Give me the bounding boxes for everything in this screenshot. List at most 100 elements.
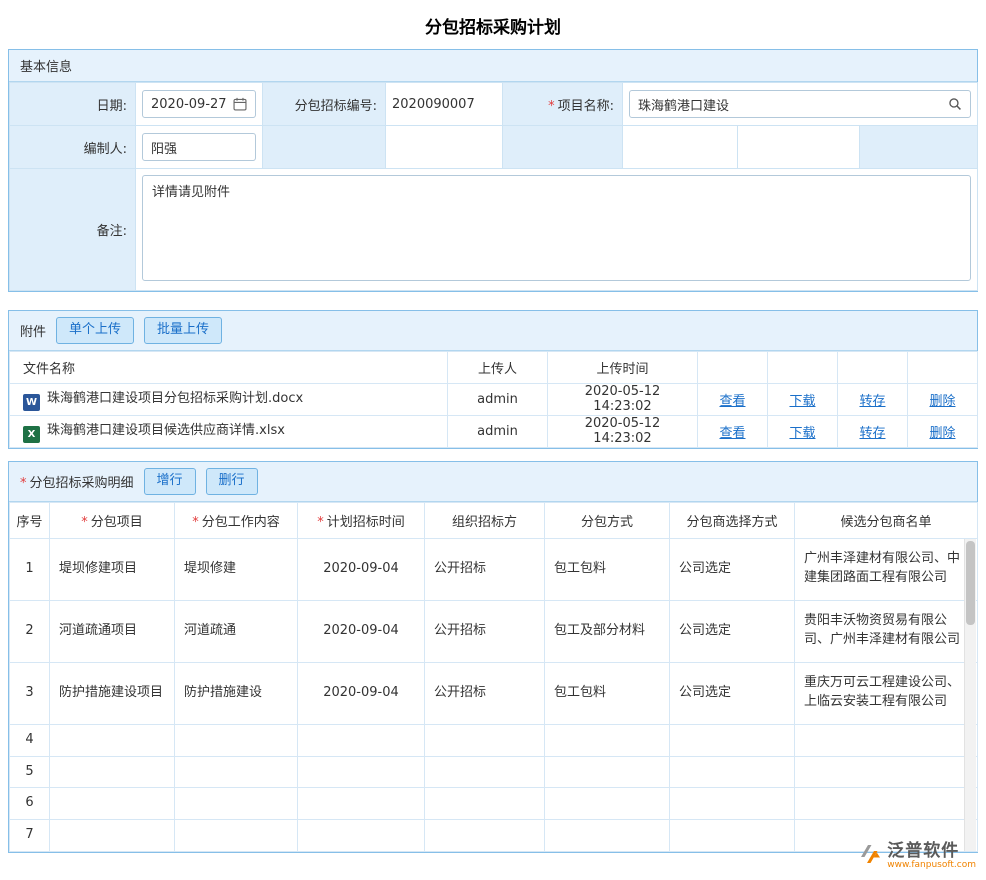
- grid-cell[interactable]: [545, 756, 670, 788]
- grid-cell[interactable]: 公开招标: [425, 600, 545, 662]
- required-asterisk: *: [20, 476, 27, 491]
- delete-link[interactable]: 删除: [929, 394, 955, 409]
- grid-cell[interactable]: [795, 756, 978, 788]
- view-link[interactable]: 查看: [719, 394, 745, 409]
- detail-panel: *分包招标采购明细 增行 删行 序号 *分包项目 *分包工作内容 *计划招标时间…: [8, 461, 978, 853]
- grid-cell[interactable]: [298, 788, 425, 820]
- project-name-label: *项目名称:: [503, 83, 623, 126]
- single-upload-button[interactable]: 单个上传: [56, 317, 134, 344]
- grid-cell[interactable]: 河道疏通: [175, 600, 298, 662]
- grid-cell[interactable]: [298, 820, 425, 852]
- grid-cell[interactable]: [670, 820, 795, 852]
- grid-cell[interactable]: 公司选定: [670, 600, 795, 662]
- grid-cell[interactable]: [175, 724, 298, 756]
- grid-cell[interactable]: [545, 820, 670, 852]
- grid-cell[interactable]: [795, 788, 978, 820]
- bid-time-column-header: *计划招标时间: [298, 502, 425, 538]
- grid-cell[interactable]: [670, 788, 795, 820]
- table-row: 4: [10, 724, 978, 756]
- grid-cell[interactable]: 包工及部分材料: [545, 600, 670, 662]
- date-label: 日期:: [10, 83, 136, 126]
- empty-cell: [386, 126, 503, 169]
- grid-cell[interactable]: 堤坝修建: [175, 538, 298, 600]
- grid-cell[interactable]: 2020-09-04: [298, 538, 425, 600]
- table-row: 3 防护措施建设项目 防护措施建设 2020-09-04 公开招标 包工包料 公…: [10, 662, 978, 724]
- basic-info-panel: 基本信息 日期: 2020-09-27 分包招标编号: 2020090007 *…: [8, 49, 978, 292]
- grid-cell[interactable]: [425, 820, 545, 852]
- transfer-link[interactable]: 转存: [859, 426, 885, 441]
- grid-cell-seq: 2: [10, 600, 50, 662]
- calendar-icon[interactable]: [233, 97, 247, 111]
- grid-cell[interactable]: [670, 724, 795, 756]
- grid-cell[interactable]: [425, 756, 545, 788]
- action-column-header: [768, 351, 838, 383]
- grid-cell-seq: 3: [10, 662, 50, 724]
- grid-cell[interactable]: 包工包料: [545, 538, 670, 600]
- grid-cell-seq: 6: [10, 788, 50, 820]
- grid-cell-seq: 1: [10, 538, 50, 600]
- download-link[interactable]: 下载: [789, 426, 815, 441]
- project-name-input[interactable]: 珠海鹤港口建设: [629, 90, 971, 118]
- attachment-row: X珠海鹤港口建设项目候选供应商详情.xlsx admin 2020-05-12 …: [10, 415, 978, 447]
- grid-cell-seq: 7: [10, 820, 50, 852]
- grid-cell[interactable]: 贵阳丰沃物资贸易有限公司、广州丰泽建材有限公司: [795, 600, 978, 662]
- search-icon[interactable]: [948, 97, 962, 111]
- grid-cell[interactable]: 2020-09-04: [298, 662, 425, 724]
- grid-cell[interactable]: [425, 788, 545, 820]
- grid-cell[interactable]: 2020-09-04: [298, 600, 425, 662]
- delete-row-button[interactable]: 删行: [206, 468, 258, 495]
- grid-cell[interactable]: 公司选定: [670, 662, 795, 724]
- basic-info-grid: 日期: 2020-09-27 分包招标编号: 2020090007 *项目名称:…: [9, 82, 978, 291]
- grid-cell[interactable]: 包工包料: [545, 662, 670, 724]
- grid-cell[interactable]: [50, 820, 175, 852]
- view-link[interactable]: 查看: [719, 426, 745, 441]
- grid-cell[interactable]: [425, 724, 545, 756]
- grid-cell[interactable]: 河道疏通项目: [50, 600, 175, 662]
- detail-section-title: *分包招标采购明细: [20, 472, 134, 491]
- grid-cell[interactable]: 公开招标: [425, 538, 545, 600]
- vertical-scrollbar[interactable]: [964, 539, 976, 851]
- remark-textarea[interactable]: 详情请见附件: [142, 175, 971, 281]
- detail-header: *分包招标采购明细 增行 删行: [9, 462, 977, 502]
- grid-cell[interactable]: 公司选定: [670, 538, 795, 600]
- date-value: 2020-09-27: [151, 97, 227, 112]
- uploader-value: admin: [448, 383, 548, 415]
- project-name-value: 珠海鹤港口建设: [638, 95, 729, 114]
- excel-file-icon: X: [23, 426, 40, 443]
- grid-cell[interactable]: 广州丰泽建材有限公司、中建集团路面工程有限公司: [795, 538, 978, 600]
- grid-cell-seq: 4: [10, 724, 50, 756]
- grid-cell[interactable]: [670, 756, 795, 788]
- grid-cell[interactable]: [545, 788, 670, 820]
- page-title: 分包招标采购计划: [0, 0, 986, 49]
- grid-cell[interactable]: [298, 724, 425, 756]
- grid-cell[interactable]: [545, 724, 670, 756]
- add-row-button[interactable]: 增行: [144, 468, 196, 495]
- batch-upload-button[interactable]: 批量上传: [144, 317, 222, 344]
- grid-cell[interactable]: [175, 788, 298, 820]
- table-row: 6: [10, 788, 978, 820]
- delete-link[interactable]: 删除: [929, 426, 955, 441]
- selection-method-column-header: 分包商选择方式: [670, 502, 795, 538]
- grid-cell[interactable]: 堤坝修建项目: [50, 538, 175, 600]
- empty-cell: [263, 126, 386, 169]
- word-file-icon: W: [23, 394, 40, 411]
- attachments-panel: 附件 单个上传 批量上传 文件名称 上传人 上传时间 W珠海鹤港口建设项目分包招…: [8, 310, 978, 449]
- grid-cell[interactable]: [298, 756, 425, 788]
- grid-cell-seq: 5: [10, 756, 50, 788]
- grid-cell[interactable]: 防护措施建设项目: [50, 662, 175, 724]
- author-input[interactable]: 阳强: [142, 133, 256, 161]
- scrollbar-thumb[interactable]: [966, 541, 975, 625]
- grid-cell[interactable]: [50, 724, 175, 756]
- grid-cell[interactable]: 防护措施建设: [175, 662, 298, 724]
- grid-cell[interactable]: 公开招标: [425, 662, 545, 724]
- grid-cell[interactable]: [175, 820, 298, 852]
- grid-cell[interactable]: [50, 788, 175, 820]
- grid-cell[interactable]: [175, 756, 298, 788]
- grid-cell[interactable]: [795, 724, 978, 756]
- grid-cell[interactable]: 重庆万可云工程建设公司、上临云安装工程有限公司: [795, 662, 978, 724]
- table-row: 7: [10, 820, 978, 852]
- grid-cell[interactable]: [50, 756, 175, 788]
- download-link[interactable]: 下载: [789, 394, 815, 409]
- date-input[interactable]: 2020-09-27: [142, 90, 256, 118]
- transfer-link[interactable]: 转存: [859, 394, 885, 409]
